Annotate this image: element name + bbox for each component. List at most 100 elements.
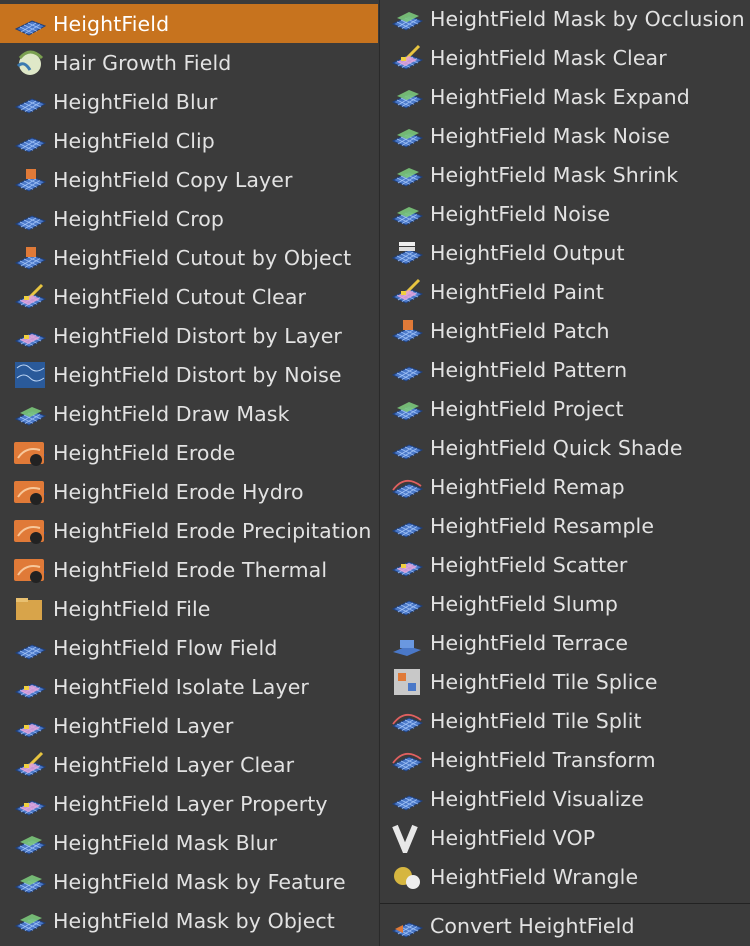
menu-item-heightfield-vop[interactable]: HeightField VOP bbox=[380, 818, 750, 857]
heightfield-distort-by-layer-icon bbox=[12, 321, 48, 351]
menu-item-heightfield-tile-split[interactable]: HeightField Tile Split bbox=[380, 701, 750, 740]
menu-item-label: HeightField Clip bbox=[53, 128, 215, 153]
menu-item-heightfield-mask-blur[interactable]: HeightField Mask Blur bbox=[0, 823, 378, 862]
menu-item-heightfield-mask-by-object[interactable]: HeightField Mask by Object bbox=[0, 901, 378, 940]
heightfield-mask-shrink-icon bbox=[389, 160, 425, 190]
heightfield-mask-expand-icon bbox=[389, 82, 425, 112]
heightfield-mask-blur-icon bbox=[12, 828, 48, 858]
menu-item-heightfield-remap[interactable]: HeightField Remap bbox=[380, 467, 750, 506]
menu-item-heightfield-wrangle[interactable]: HeightField Wrangle bbox=[380, 857, 750, 896]
menu-item-label: HeightField Erode Thermal bbox=[53, 557, 328, 582]
menu-item-label: HeightField Terrace bbox=[430, 630, 629, 655]
heightfield-mask-by-object-icon bbox=[12, 906, 48, 936]
heightfield-distort-by-noise-icon bbox=[12, 360, 48, 390]
heightfield-slump-icon bbox=[389, 589, 425, 619]
menu-item-label: HeightField Scatter bbox=[430, 552, 628, 577]
menu-item-label: HeightField Tile Split bbox=[430, 708, 642, 733]
menu-item-heightfield-erode-hydro[interactable]: HeightField Erode Hydro bbox=[0, 472, 378, 511]
menu-item-convert-heightfield[interactable]: Convert HeightField bbox=[380, 906, 750, 945]
heightfield-mask-clear-icon bbox=[389, 43, 425, 73]
menu-item-label: HeightField Cutout by Object bbox=[53, 245, 352, 270]
menu-item-heightfield-transform[interactable]: HeightField Transform bbox=[380, 740, 750, 779]
menu-item-heightfield-noise[interactable]: HeightField Noise bbox=[380, 194, 750, 233]
menu-item-heightfield-cutout-by-object[interactable]: HeightField Cutout by Object bbox=[0, 238, 378, 277]
menu-item-heightfield-layer-clear[interactable]: HeightField Layer Clear bbox=[0, 745, 378, 784]
heightfield-visualize-icon bbox=[389, 784, 425, 814]
heightfield-pattern-icon bbox=[389, 355, 425, 385]
menu-item-heightfield-slump[interactable]: HeightField Slump bbox=[380, 584, 750, 623]
heightfield-clip-icon bbox=[12, 126, 48, 156]
heightfield-layer-property-icon bbox=[12, 789, 48, 819]
heightfield-blur-icon bbox=[12, 87, 48, 117]
menu-item-hair-growth-field[interactable]: Hair Growth Field bbox=[0, 43, 378, 82]
heightfield-draw-mask-icon bbox=[12, 399, 48, 429]
menu-item-label: HeightField Layer bbox=[53, 713, 234, 738]
menu-item-label: HeightField Resample bbox=[430, 513, 655, 538]
menu-item-label: HeightField Cutout Clear bbox=[53, 284, 307, 309]
heightfield-scatter-icon bbox=[389, 550, 425, 580]
heightfield-isolate-layer-icon bbox=[12, 672, 48, 702]
menu-item-label: HeightField Patch bbox=[430, 318, 610, 343]
heightfield-copy-layer-icon bbox=[12, 165, 48, 195]
menu-item-heightfield-distort-by-layer[interactable]: HeightField Distort by Layer bbox=[0, 316, 378, 355]
heightfield-mask-by-occlusion-icon bbox=[389, 4, 425, 34]
menu-item-label: HeightField Visualize bbox=[430, 786, 644, 811]
menu-item-heightfield-paint[interactable]: HeightField Paint bbox=[380, 272, 750, 311]
heightfield-patch-icon bbox=[389, 316, 425, 346]
menu-item-heightfield-output[interactable]: HeightField Output bbox=[380, 233, 750, 272]
heightfield-resample-icon bbox=[389, 511, 425, 541]
menu-item-label: HeightField Remap bbox=[430, 474, 625, 499]
menu-item-heightfield-clip[interactable]: HeightField Clip bbox=[0, 121, 378, 160]
menu-item-heightfield-draw-mask[interactable]: HeightField Draw Mask bbox=[0, 394, 378, 433]
menu-item-label: HeightField bbox=[53, 11, 170, 36]
menu-item-heightfield-project[interactable]: HeightField Project bbox=[380, 389, 750, 428]
menu-item-heightfield-crop[interactable]: HeightField Crop bbox=[0, 199, 378, 238]
menu-item-heightfield-tile-splice[interactable]: HeightField Tile Splice bbox=[380, 662, 750, 701]
menu-item-label: HeightField Draw Mask bbox=[53, 401, 290, 426]
menu-item-heightfield-patch[interactable]: HeightField Patch bbox=[380, 311, 750, 350]
menu-item-heightfield-visualize[interactable]: HeightField Visualize bbox=[380, 779, 750, 818]
menu-item-label: HeightField Mask Noise bbox=[430, 123, 670, 148]
menu-item-label: HeightField Mask Shrink bbox=[430, 162, 679, 187]
menu-item-heightfield-cutout-clear[interactable]: HeightField Cutout Clear bbox=[0, 277, 378, 316]
menu-item-heightfield-erode[interactable]: HeightField Erode bbox=[0, 433, 378, 472]
menu-item-heightfield-erode-thermal[interactable]: HeightField Erode Thermal bbox=[0, 550, 378, 589]
menu-item-heightfield-mask-clear[interactable]: HeightField Mask Clear bbox=[380, 38, 750, 77]
menu-item-heightfield-file[interactable]: HeightField File bbox=[0, 589, 378, 628]
menu-right-list: HeightField Mask by Occlusion HeightField… bbox=[380, 0, 750, 896]
menu-item-label: HeightField Noise bbox=[430, 201, 611, 226]
menu-item-heightfield-mask-noise[interactable]: HeightField Mask Noise bbox=[380, 116, 750, 155]
menu-item-label: HeightField Mask Clear bbox=[430, 45, 667, 70]
menu-item-heightfield-blur[interactable]: HeightField Blur bbox=[0, 82, 378, 121]
menu-item-heightfield-mask-expand[interactable]: HeightField Mask Expand bbox=[380, 77, 750, 116]
menu-item-heightfield-mask-by-occlusion[interactable]: HeightField Mask by Occlusion bbox=[380, 0, 750, 38]
menu-item-heightfield-mask-by-feature[interactable]: HeightField Mask by Feature bbox=[0, 862, 378, 901]
menu-item-heightfield-layer-property[interactable]: HeightField Layer Property bbox=[0, 784, 378, 823]
menu-item-label: HeightField Output bbox=[430, 240, 625, 265]
menu-item-heightfield-flow-field[interactable]: HeightField Flow Field bbox=[0, 628, 378, 667]
menu-item-heightfield-terrace[interactable]: HeightField Terrace bbox=[380, 623, 750, 662]
menu-item-heightfield-copy-layer[interactable]: HeightField Copy Layer bbox=[0, 160, 378, 199]
menu-item-heightfield-distort-by-noise[interactable]: HeightField Distort by Noise bbox=[0, 355, 378, 394]
menu-item-label: HeightField Layer Clear bbox=[53, 752, 295, 777]
heightfield-erode-hydro-icon bbox=[12, 477, 48, 507]
menu-item-heightfield-pattern[interactable]: HeightField Pattern bbox=[380, 350, 750, 389]
menu-item-label: HeightField Mask Expand bbox=[430, 84, 690, 109]
menu-separator bbox=[380, 903, 750, 904]
heightfield-tile-splice-icon bbox=[389, 667, 425, 697]
menu-item-label: HeightField Quick Shade bbox=[430, 435, 683, 460]
menu-item-heightfield-resample[interactable]: HeightField Resample bbox=[380, 506, 750, 545]
menu-item-heightfield-mask-shrink[interactable]: HeightField Mask Shrink bbox=[380, 155, 750, 194]
menu-item-heightfield-scatter[interactable]: HeightField Scatter bbox=[380, 545, 750, 584]
menu-item-label: HeightField Copy Layer bbox=[53, 167, 293, 192]
menu-item-heightfield-quick-shade[interactable]: HeightField Quick Shade bbox=[380, 428, 750, 467]
menu-item-heightfield-erode-precipitation[interactable]: HeightField Erode Precipitation bbox=[0, 511, 378, 550]
menu-item-heightfield-isolate-layer[interactable]: HeightField Isolate Layer bbox=[0, 667, 378, 706]
heightfield-mask-by-feature-icon bbox=[12, 867, 48, 897]
menu-item-heightfield-layer[interactable]: HeightField Layer bbox=[0, 706, 378, 745]
heightfield-vop-icon bbox=[389, 823, 425, 853]
menu-item-label: HeightField Paint bbox=[430, 279, 605, 304]
menu-item-label: HeightField Pattern bbox=[430, 357, 628, 382]
menu-item-heightfield[interactable]: HeightField bbox=[0, 4, 378, 43]
menu-item-label: HeightField Blur bbox=[53, 89, 218, 114]
